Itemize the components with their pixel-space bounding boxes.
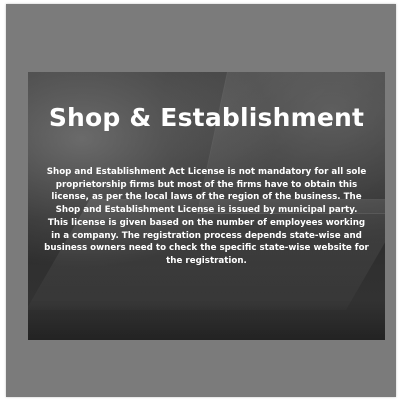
banner-image: Shop & Establishment Shop and Establishm… — [28, 72, 385, 340]
description-paragraph-2: This license is given based on the numbe… — [44, 217, 369, 266]
table-shadow — [28, 300, 385, 340]
banner-description: Shop and Establishment Act License is no… — [42, 166, 371, 268]
banner-title: Shop & Establishment — [48, 103, 365, 132]
description-paragraph-1: Shop and Establishment Act License is no… — [46, 167, 367, 216]
